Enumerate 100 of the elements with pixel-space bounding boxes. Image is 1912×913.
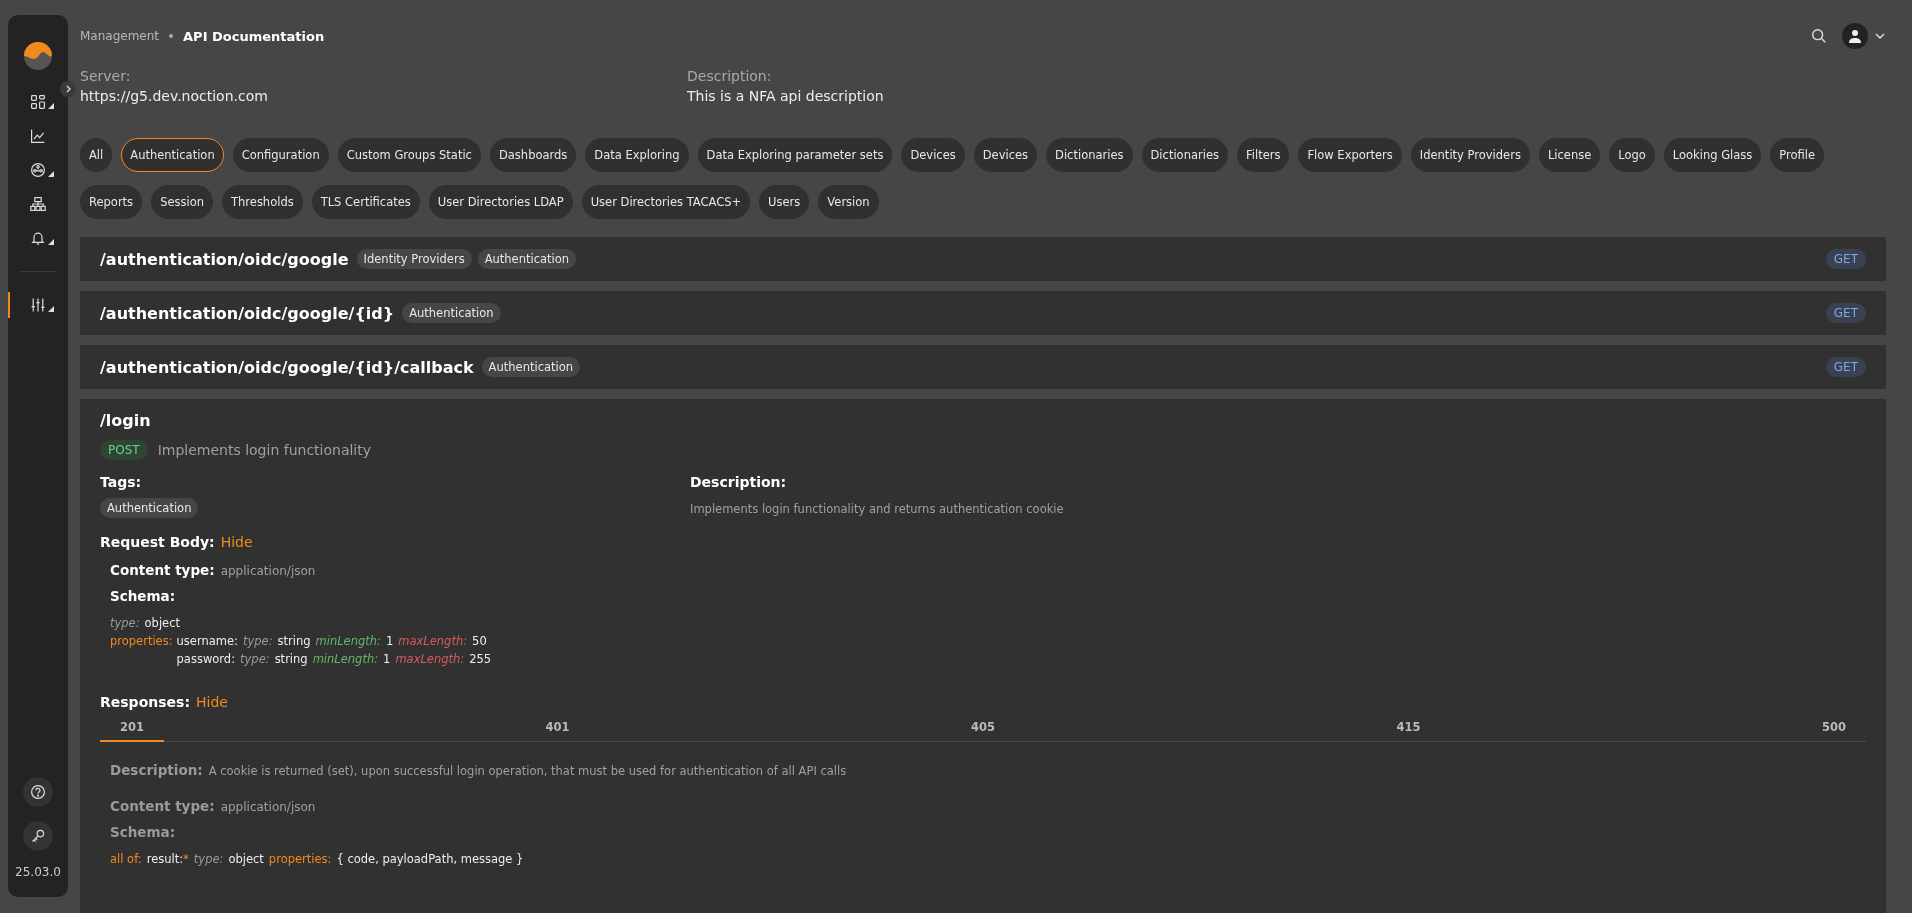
content-type-label: Content type: [110, 798, 215, 814]
hide-link[interactable]: Hide [196, 694, 228, 710]
schema-token: 1 [383, 652, 391, 666]
endpoint-tag: Authentication [481, 357, 581, 377]
filter-chip[interactable]: Looking Glass [1663, 138, 1762, 172]
filter-chip[interactable]: TLS Certificates [311, 185, 420, 219]
filter-chip[interactable]: All [80, 138, 113, 172]
filter-chip[interactable]: License [1538, 138, 1601, 172]
filter-chip[interactable]: Devices [901, 138, 965, 172]
help-icon [30, 784, 46, 800]
filter-chip[interactable]: Dashboards [489, 138, 577, 172]
endpoint-row[interactable]: /authentication/oidc/google Identity Providers Authentication GET [80, 237, 1886, 281]
caret-icon [48, 239, 54, 245]
caret-icon [48, 171, 54, 177]
content-type-label: Content type: [110, 562, 215, 578]
responses-label: Responses: [100, 694, 190, 710]
filter-chip[interactable]: Users [759, 185, 810, 219]
schema-token: 1 [385, 634, 394, 648]
filter-chip[interactable]: Devices [973, 138, 1038, 172]
filter-chip[interactable]: Filters [1236, 138, 1290, 172]
method-badge: GET [1825, 249, 1866, 269]
description-text: A cookie is returned (set), upon successful login operation, that must be used for authentication of all API calls [208, 764, 847, 778]
chevron-icon [1874, 30, 1886, 42]
response-tab[interactable]: 201 [100, 716, 164, 742]
filter-chip[interactable]: Reports [80, 185, 143, 219]
schema-token: object [228, 852, 264, 866]
filter-chip[interactable]: Identity Providers [1410, 138, 1530, 172]
schema-token: username: [176, 634, 238, 648]
filter-chip[interactable]: Flow Exporters [1298, 138, 1402, 172]
search-icon[interactable] [1810, 27, 1828, 45]
filter-chip[interactable]: Logo [1609, 138, 1655, 172]
filter-chip[interactable]: Custom Groups Static [337, 138, 481, 172]
endpoint-tag: Authentication [100, 498, 199, 518]
endpoint-row[interactable]: /authentication/oidc/google/{id}/callback Authentication GET [80, 345, 1886, 389]
logo-icon [23, 41, 53, 71]
endpoint-path: /authentication/oidc/google/{id} [100, 303, 395, 323]
filter-chip[interactable]: Data Exploring parameter sets [697, 138, 893, 172]
filter-chip[interactable]: Session [151, 185, 213, 219]
schema-token: properties: [110, 633, 173, 650]
server-url: https://g5.dev.noction.com [80, 88, 269, 104]
response-tab[interactable]: 500 [1801, 716, 1866, 742]
method-badge: POST [100, 440, 148, 460]
filter-chip[interactable]: Configuration [232, 138, 329, 172]
description-label: Description: [690, 474, 788, 490]
filter-chip[interactable]: Dictionaries [1046, 138, 1133, 172]
schema-token: password: [176, 652, 236, 666]
content-type-value: application/json [220, 564, 316, 578]
tags-label: Tags: [100, 474, 143, 490]
chart-icon [30, 128, 46, 144]
user-menu-button[interactable] [1842, 23, 1886, 49]
filter-chip[interactable]: Profile [1770, 138, 1825, 172]
schema-token: * [183, 852, 189, 866]
sitemap-icon [30, 196, 46, 212]
description-text: Implements login functionality and returns authentication cookie [690, 502, 1065, 516]
sliders-icon [30, 297, 46, 313]
avatar-icon [1842, 23, 1868, 49]
filter-chip[interactable]: User Directories LDAP [428, 185, 573, 219]
response-tab[interactable]: 415 [1376, 716, 1441, 742]
bell-icon [30, 230, 46, 246]
version-label: 25.03.0 [15, 865, 61, 879]
response-tab[interactable]: 401 [525, 716, 590, 742]
endpoint-row[interactable]: /authentication/oidc/google/{id} Authentication GET [80, 291, 1886, 335]
description-label: Description: [110, 762, 203, 778]
schema-token: 255 [469, 652, 492, 666]
schema-token: type: [240, 652, 270, 666]
endpoint-path: /login [100, 411, 152, 430]
grid-icon [30, 94, 46, 110]
filter-chip[interactable]: Dictionaries [1141, 138, 1228, 172]
schema-token: maxLength: [395, 652, 465, 666]
response-tab[interactable]: 405 [950, 716, 1015, 742]
schema-token: string [274, 652, 308, 666]
breadcrumb-link[interactable]: Management [80, 29, 160, 43]
request-body-label: Request Body: [100, 534, 215, 550]
hub-icon [30, 162, 46, 178]
schema-token: object [144, 616, 181, 630]
key-button[interactable] [23, 821, 53, 851]
endpoint-tag: Authentication [477, 249, 577, 269]
schema-token: properties: [268, 852, 332, 866]
caret-icon [48, 103, 54, 109]
endpoint-summary: Implements login functionality [157, 442, 372, 458]
filter-chip[interactable]: Data Exploring [585, 138, 689, 172]
schema-label: Schema: [110, 588, 176, 604]
schema-token: result: [146, 852, 184, 866]
schema-token: all of: [110, 852, 142, 866]
chevron-icon [64, 85, 72, 93]
help-button[interactable] [23, 777, 53, 807]
expand-sidebar-button[interactable] [60, 81, 76, 97]
filter-chip[interactable]: Thresholds [222, 185, 303, 219]
caret-icon [48, 306, 54, 312]
key-icon [30, 828, 46, 844]
page-title: API Documentation [183, 28, 325, 44]
server-label: Server: [80, 68, 132, 84]
schema-label: Schema: [110, 824, 176, 840]
schema-token: type: [110, 616, 140, 630]
endpoint-tag: Identity Providers [356, 249, 472, 269]
hide-link[interactable]: Hide [220, 534, 253, 550]
endpoint-path: /authentication/oidc/google/{id}/callback [100, 357, 474, 377]
filter-chip[interactable]: User Directories TACACS+ [581, 185, 751, 219]
filter-chip[interactable]: Version [818, 185, 879, 219]
filter-chip[interactable]: Authentication [121, 138, 224, 172]
